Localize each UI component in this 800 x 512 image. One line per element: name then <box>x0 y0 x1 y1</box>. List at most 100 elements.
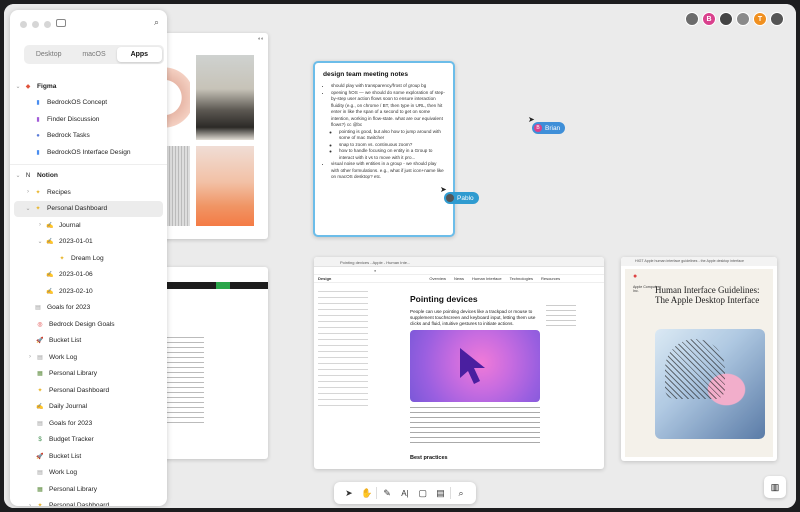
pointer-tool-icon[interactable]: ➤ <box>341 488 357 499</box>
sidebar-item[interactable]: $ Budget Tracker <box>10 432 167 449</box>
collaborator-avatar[interactable]: T <box>753 12 767 26</box>
sidebar-item[interactable]: ▦ Personal Library <box>10 481 167 498</box>
sidebar-item[interactable]: ✍ 2023-01-06 <box>10 267 167 284</box>
chevron-right-icon[interactable]: › <box>24 189 32 195</box>
doc-icon: ▤ <box>37 470 43 477</box>
search-icon[interactable]: ⌕ <box>154 17 159 28</box>
sidebar-item[interactable]: ⌄ ◆ Figma <box>10 78 167 95</box>
sidebar-item[interactable]: ⌄ N Notion <box>10 168 167 185</box>
sidebar-item[interactable]: ▤ Work Log <box>10 465 167 482</box>
browser-card[interactable]: Pointing devices - Apple - Human Inte...… <box>314 257 604 469</box>
hig-tab-bar: HIGT Apple human interface guidelines - … <box>621 257 777 266</box>
tab-apps[interactable]: Apps <box>116 47 162 62</box>
map-button[interactable]: ▥ <box>764 476 786 498</box>
site-nav-link[interactable]: Human Interface <box>472 276 502 281</box>
books-icon: ▦ <box>37 371 43 378</box>
sidebar-item[interactable]: ›✦ Personal Dashboard <box>10 498 167 506</box>
site-nav-link[interactable]: Resources <box>541 276 560 281</box>
books-icon: ▦ <box>37 486 43 493</box>
rocket-icon: 🚀 <box>36 453 44 460</box>
pencil-icon: ✍ <box>46 288 54 295</box>
collaborator-avatar[interactable] <box>736 12 750 26</box>
text-tool-icon[interactable]: A| <box>397 489 413 498</box>
tab-desktop[interactable]: Desktop <box>26 47 71 62</box>
sidebar-item[interactable]: ▤ Goals for 2023 <box>10 415 167 432</box>
chevron-right-icon[interactable]: › <box>36 222 44 228</box>
pen-tool-icon[interactable]: ✎ <box>379 488 395 499</box>
sidebar-item[interactable]: ● Bedrock Tasks <box>10 128 167 145</box>
sidebar-item[interactable]: ▮ Finder Discussion <box>10 111 167 128</box>
toolbar-divider <box>376 487 378 499</box>
sidebar-item[interactable]: ⌄ ✍ 2023-01-01 <box>10 234 167 251</box>
sidebar-item[interactable]: ▮ BedrockOS Interface Design <box>10 144 167 161</box>
sidebar-item[interactable]: ▦ Personal Library <box>10 366 167 383</box>
sidebar-item[interactable]: ▮ BedrockOS Concept <box>10 95 167 112</box>
collaborator-avatar[interactable] <box>685 12 699 26</box>
sticky-tool-icon[interactable]: ▤ <box>432 488 448 499</box>
chevron-down-icon[interactable]: ⌄ <box>36 238 44 245</box>
hig-book-card[interactable]: HIGT Apple human interface guidelines - … <box>621 257 777 461</box>
spreadsheet-card[interactable] <box>154 267 268 459</box>
sparkle-icon: ✦ <box>35 189 41 196</box>
site-nav-link[interactable]: News <box>454 276 464 281</box>
spreadsheet-text-lines <box>164 337 204 427</box>
sidebar-item[interactable]: ▤ Goals for 2023 <box>10 300 167 317</box>
sidebar-item-label: Figma <box>37 82 57 90</box>
sidebar-item[interactable]: ⌄ ✦ Personal Dashboard <box>14 200 163 217</box>
sidebar-item[interactable]: ✦ Dream Log <box>10 250 167 267</box>
tab-macos[interactable]: macOS <box>71 47 116 62</box>
sidebar-toggle-icon[interactable] <box>56 19 66 27</box>
app-window: ◐◐ design team meeting notes should play… <box>4 4 796 508</box>
cursor-name: Brian <box>545 124 561 132</box>
pointer-hero-image <box>410 330 540 402</box>
photo-fabric <box>164 146 190 226</box>
site-nav-link[interactable]: Overview <box>429 276 446 281</box>
chevron-down-icon[interactable]: ⌄ <box>14 83 22 90</box>
sidebar-item-label: Personal Dashboard <box>49 502 110 506</box>
browser-site-bar: Design Overview News Human Interface Tec… <box>314 275 604 283</box>
sidebar-tree: ⌄ ◆ Figma ▮ BedrockOS Concept ▮ Finder Discuss… <box>10 78 167 506</box>
sidebar-item[interactable]: 🚀 Bucket List <box>10 448 167 465</box>
sidebar-item[interactable]: ✍ Daily Journal <box>10 399 167 416</box>
sparkle-icon: ✦ <box>37 387 43 394</box>
bottom-toolbar: ➤ ✋ ✎ A| ▢ ▤ ⌕ <box>334 482 476 504</box>
site-nav-link[interactable]: Technologies <box>510 276 533 281</box>
collaborator-avatar[interactable]: B <box>702 12 716 26</box>
map-icon: ▥ <box>770 481 780 492</box>
hand-tool-icon[interactable]: ✋ <box>359 488 375 499</box>
sidebar-item-label: Finder Discussion <box>47 115 100 123</box>
cursor-name: Pablo <box>457 194 474 202</box>
sidebar-item[interactable]: ✍ 2023-02-10 <box>10 283 167 300</box>
meeting-notes-card[interactable]: design team meeting notes should play wi… <box>313 61 455 237</box>
sidebar-item[interactable]: › ✍ Journal <box>10 217 167 234</box>
page-body-text <box>410 407 540 447</box>
money-icon: $ <box>38 436 42 443</box>
globe-icon: ● <box>36 132 40 139</box>
photo-dunes <box>196 146 254 226</box>
hig-title: Human Interface Guidelines: The Apple De… <box>655 285 760 305</box>
sidebar-item-label: BedrockOS Concept <box>47 99 108 107</box>
sidebar-item[interactable]: ◎ Bedrock Design Goals <box>10 316 167 333</box>
page-title: Pointing devices <box>410 294 478 304</box>
sidebar-item[interactable]: ✦ Personal Dashboard <box>10 382 167 399</box>
chevron-right-icon[interactable]: › <box>26 354 34 360</box>
site-name: Design <box>318 276 332 281</box>
sidebar-item[interactable]: › ▤ Work Log <box>10 349 167 366</box>
sidebar-item-label: BedrockOS Interface Design <box>47 148 131 156</box>
apple-logo: ● <box>633 273 638 280</box>
minimize-window-button[interactable] <box>32 21 39 28</box>
search-tool-icon[interactable]: ⌕ <box>453 488 469 499</box>
collaborator-avatar[interactable] <box>719 12 733 26</box>
sidebar-item[interactable]: › ✦ Recipes <box>10 184 167 201</box>
zoom-window-button[interactable] <box>44 21 51 28</box>
chevron-down-icon[interactable]: ⌄ <box>24 205 32 212</box>
frame-tool-icon[interactable]: ▢ <box>415 488 431 499</box>
close-window-button[interactable] <box>20 21 27 28</box>
right-toc <box>546 305 576 329</box>
chevron-right-icon[interactable]: › <box>26 503 34 506</box>
sidebar-item[interactable]: 🚀 Bucket List <box>10 333 167 350</box>
collaborator-avatar[interactable] <box>770 12 784 26</box>
sidebar-item-label: Personal Library <box>49 485 98 493</box>
chevron-down-icon[interactable]: ⌄ <box>14 172 22 179</box>
photo-grid-card[interactable]: ◐◐ <box>154 33 268 239</box>
